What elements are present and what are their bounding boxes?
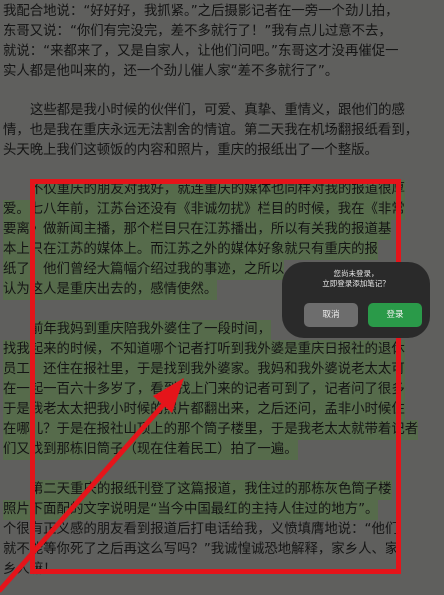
document-line: 不仅重庆的朋友对我好，就连重庆的媒体也同样对我的报道很厚 [30,180,405,200]
document-line: 要离》做新闻主播，那个栏目只在江苏播出，所以有关我的报道基 [3,220,392,240]
document-line: 本上只在江苏的媒体上。而江苏之外的媒体好象就只有重庆的报 [3,240,378,260]
document-line: 情，也是我在重庆永远无法割舍的情谊。第二天我在机场翻报纸看到， [3,123,419,138]
document-line: 找我起来的时候，不知道哪个记者打听到我外婆是重庆日报社的退休 [3,340,405,360]
document-line: 于是我老太太把我小时候的照片都翻出来，之后还问，孟非小时候住 [3,400,405,420]
document-line: 员工，还住在报社里，于是找到我外婆家。我妈和我外婆说老太太可 [3,360,405,380]
document-line: 前年我妈到重庆陪我外婆住了一段时间， [30,320,272,340]
cancel-button[interactable]: 取消 [304,303,358,327]
document-line: 就说：“来都来了，又是自家人，让他们问吧。”东哥这才没再催促一 [3,44,399,59]
document-line: 纸了。他们曾经大篇幅介绍过我的事迹，之所以 [3,260,285,280]
document-line: 在一起一百六十多岁了，看到找上门来的记者可到了，记者问了很多 [3,380,405,400]
document-line: 第二天重庆的报纸刊登了这篇报道，我住过的那栋灰色筒子楼 [30,480,392,500]
document-line: 就不能等你死了之后再这么写吗？”我诚惶诚恐地解释，家乡人、家 [3,542,399,557]
document-line: 实人都是他叫来的，还一个劲儿催人家“差不多就行了”。 [3,64,339,79]
login-button[interactable]: 登录 [368,303,422,327]
login-prompt-line-2: 立即登录添加笔记？ [322,279,390,288]
document-line: 我配合地说：“好好好，我抓紧。”之后摄影记者在一旁一个劲儿拍， [3,4,399,19]
document-line: 爱。七八年前，江苏台还没有《非诚勿扰》栏目的时候，我在《非常 [3,200,405,220]
document-line: 照片下面配的文字说明是“当今中国最红的主持人住过的地方”。 [3,500,379,520]
document-line: 东哥又说：“你们有完没完，差不多就行了！”我有点儿过意不去， [3,24,392,39]
document-line: 们又找到那栋旧筒子（现在住着民工）拍了一遍。 [3,440,298,460]
document-line: 头天晚上我们这顿饭的内容和照片，重庆的报纸出了一个整版。 [3,143,378,158]
login-prompt-message: 您尚未登录， 立即登录添加笔记？ [282,269,430,289]
document-line: 这些都是我小时候的伙伴们，可爱、真挚、重情义，跟他们的感 [30,103,405,118]
document-line: 认为这人是重庆出去的，感情使然。 [3,280,218,300]
login-prompt-dialog: 您尚未登录， 立即登录添加笔记？ 取消 登录 [282,262,430,338]
login-prompt-line-1: 您尚未登录， [333,269,379,278]
document-line: 在哪儿？于是在报社山顶上的那个筒子楼里，于是我老太太就带着记者 [3,420,419,440]
document-line: 个很有正义感的朋友看到报道后打电话给我，义愤填膺地说：“他们 [3,522,399,537]
document-line: 乡人嘛！ [3,562,57,577]
